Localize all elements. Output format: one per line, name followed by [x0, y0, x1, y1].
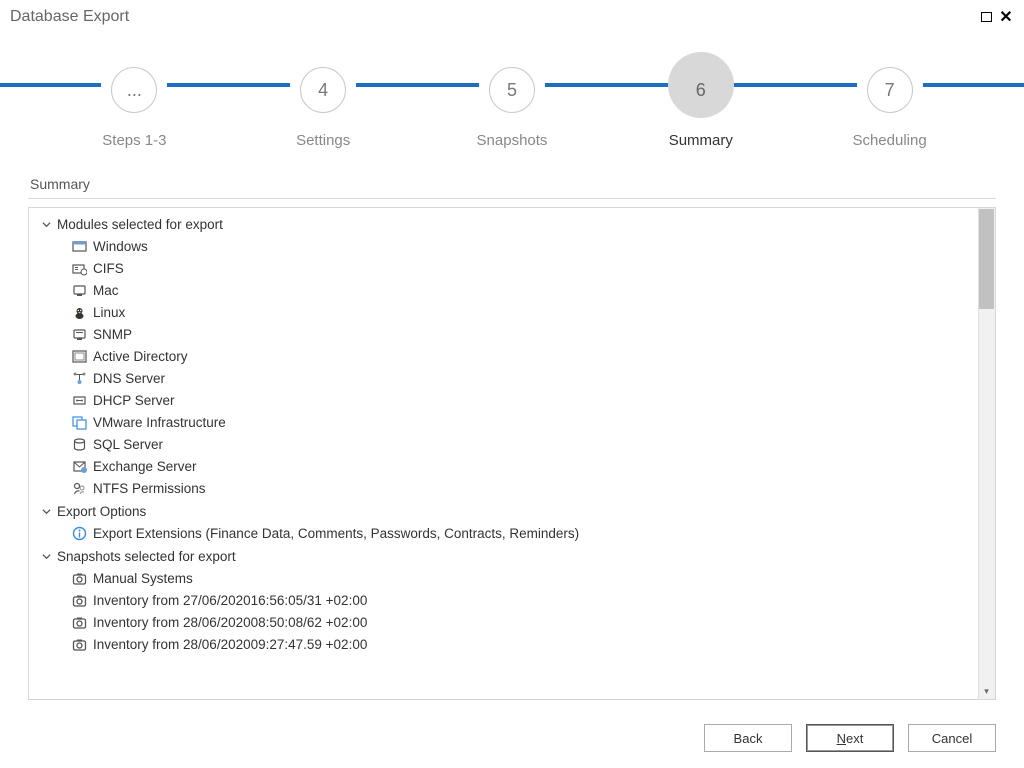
tree-item[interactable]: Inventory from 27/06/202016:56:05/31 +02…: [39, 589, 995, 611]
item-label: Exchange Server: [93, 459, 197, 474]
tree-group: Export Options Export Extensions (Financ…: [39, 501, 995, 544]
tree-item[interactable]: Export Extensions (Finance Data, Comment…: [39, 522, 995, 544]
item-label: Inventory from 27/06/202016:56:05/31 +02…: [93, 593, 367, 608]
ad-icon: [71, 348, 87, 364]
step-label: Steps 1-3: [102, 132, 166, 149]
tree-group: Snapshots selected for export Manual Sys…: [39, 546, 995, 655]
tree-item[interactable]: DNS Server: [39, 367, 995, 389]
step-label: Settings: [296, 132, 350, 149]
step-1[interactable]: ... Steps 1-3: [44, 52, 224, 149]
scrollbar-thumb[interactable]: [979, 209, 994, 309]
wizard-footer: Back Next Cancel: [0, 708, 1024, 768]
item-label: Linux: [93, 305, 125, 320]
item-label: Export Extensions (Finance Data, Comment…: [93, 526, 579, 541]
linux-icon: [71, 304, 87, 320]
wizard-stepper: ... Steps 1-3 4 Settings 5 Snapshots 6 S…: [0, 52, 1024, 172]
tree-item[interactable]: Exchange Server: [39, 455, 995, 477]
tree-item[interactable]: DHCP Server: [39, 389, 995, 411]
group-header[interactable]: Modules selected for export: [39, 214, 995, 235]
step-label: Summary: [669, 132, 733, 149]
step-number: 7: [867, 67, 913, 113]
step-label: Snapshots: [477, 132, 548, 149]
step-number: 4: [300, 67, 346, 113]
exchange-icon: [71, 458, 87, 474]
tree-item[interactable]: Inventory from 28/06/202008:50:08/62 +02…: [39, 611, 995, 633]
step-number: ...: [111, 67, 157, 113]
tree-item[interactable]: Manual Systems: [39, 567, 995, 589]
chevron-down-icon: [39, 218, 53, 232]
item-label: Active Directory: [93, 349, 188, 364]
item-label: DNS Server: [93, 371, 165, 386]
item-label: Windows: [93, 239, 148, 254]
group-title: Export Options: [57, 504, 146, 519]
step-4[interactable]: 6 Summary: [611, 52, 791, 149]
item-label: Manual Systems: [93, 571, 193, 586]
windows-icon: [71, 238, 87, 254]
step-5[interactable]: 7 Scheduling: [800, 52, 980, 149]
tree-item[interactable]: NTFS Permissions: [39, 477, 995, 499]
summary-tree-container: Modules selected for export Windows CIFS…: [28, 207, 996, 700]
item-label: CIFS: [93, 261, 124, 276]
tree-item[interactable]: Inventory from 28/06/202009:27:47.59 +02…: [39, 633, 995, 655]
tree-item[interactable]: SNMP: [39, 323, 995, 345]
step-2[interactable]: 4 Settings: [233, 52, 413, 149]
scrollbar[interactable]: ▾: [978, 208, 995, 699]
tree-group: Modules selected for export Windows CIFS…: [39, 214, 995, 499]
next-button[interactable]: Next: [806, 724, 894, 752]
tree-item[interactable]: CIFS: [39, 257, 995, 279]
camera-icon: [71, 636, 87, 652]
item-label: Mac: [93, 283, 119, 298]
camera-icon: [71, 592, 87, 608]
tree-item[interactable]: VMware Infrastructure: [39, 411, 995, 433]
camera-icon: [71, 614, 87, 630]
step-number: 5: [489, 67, 535, 113]
mac-icon: [71, 282, 87, 298]
maximize-button[interactable]: [976, 7, 996, 27]
back-button[interactable]: Back: [704, 724, 792, 752]
ntfs-icon: [71, 480, 87, 496]
tree-item[interactable]: SQL Server: [39, 433, 995, 455]
item-label: Inventory from 28/06/202008:50:08/62 +02…: [93, 615, 367, 630]
item-label: SQL Server: [93, 437, 163, 452]
cancel-button[interactable]: Cancel: [908, 724, 996, 752]
camera-icon: [71, 570, 87, 586]
item-label: Inventory from 28/06/202009:27:47.59 +02…: [93, 637, 367, 652]
cifs-icon: [71, 260, 87, 276]
tree-item[interactable]: Mac: [39, 279, 995, 301]
group-header[interactable]: Snapshots selected for export: [39, 546, 995, 567]
item-label: NTFS Permissions: [93, 481, 206, 496]
vmware-icon: [71, 414, 87, 430]
dns-icon: [71, 370, 87, 386]
window-title: Database Export: [10, 8, 129, 26]
section-header: Summary: [28, 172, 996, 199]
scroll-down-arrow[interactable]: ▾: [978, 683, 995, 699]
group-title: Modules selected for export: [57, 217, 223, 232]
tree-item[interactable]: Active Directory: [39, 345, 995, 367]
group-title: Snapshots selected for export: [57, 549, 236, 564]
dhcp-icon: [71, 392, 87, 408]
step-label: Scheduling: [852, 132, 926, 149]
close-button[interactable]: ✕: [996, 7, 1016, 27]
step-number: 6: [678, 67, 724, 113]
chevron-down-icon: [39, 550, 53, 564]
tree-item[interactable]: Windows: [39, 235, 995, 257]
step-3[interactable]: 5 Snapshots: [422, 52, 602, 149]
group-header[interactable]: Export Options: [39, 501, 995, 522]
item-label: VMware Infrastructure: [93, 415, 226, 430]
chevron-down-icon: [39, 505, 53, 519]
item-label: DHCP Server: [93, 393, 175, 408]
info-icon: [71, 525, 87, 541]
sql-icon: [71, 436, 87, 452]
snmp-icon: [71, 326, 87, 342]
item-label: SNMP: [93, 327, 132, 342]
titlebar: Database Export ✕: [0, 0, 1024, 34]
tree-item[interactable]: Linux: [39, 301, 995, 323]
export-wizard-window: Database Export ✕ ... Steps 1-3 4 Settin…: [0, 0, 1024, 768]
